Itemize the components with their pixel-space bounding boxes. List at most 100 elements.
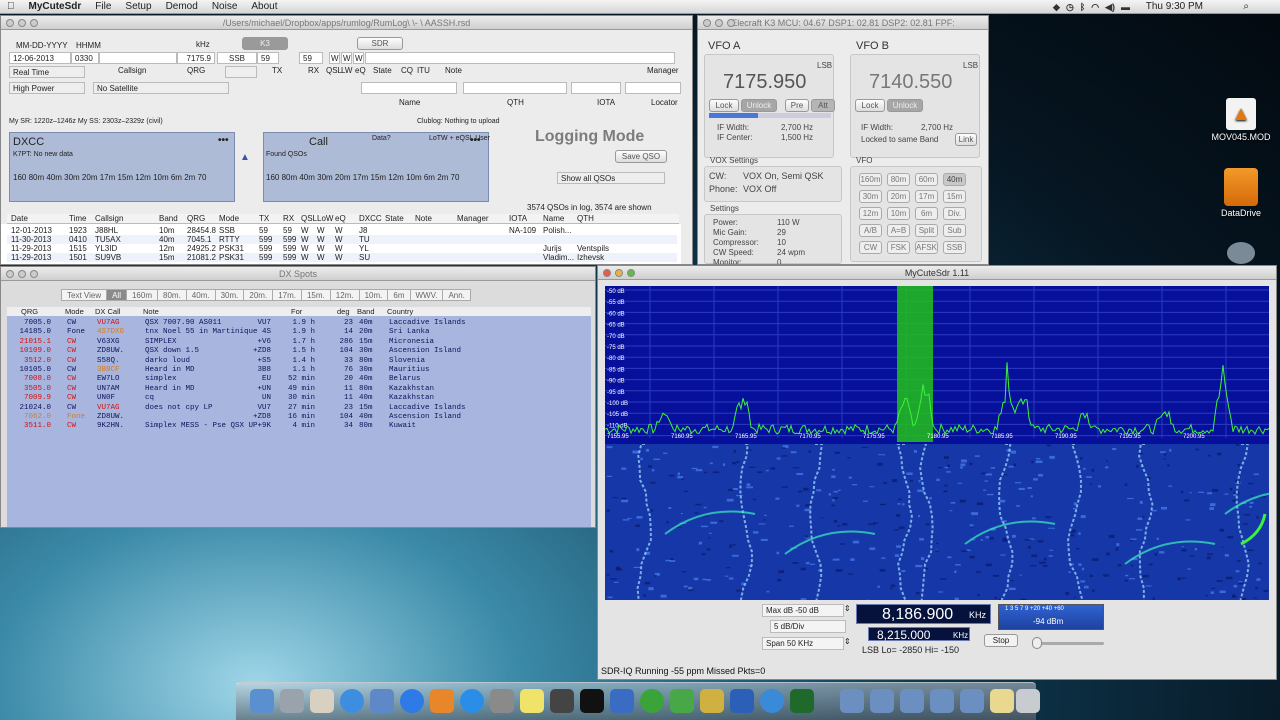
log-col-callsign[interactable]: Callsign	[95, 214, 123, 223]
vfo-b-unlock-button[interactable]: Unlock	[887, 99, 923, 112]
gain-slider-thumb[interactable]	[1032, 637, 1042, 649]
spot-tab-3[interactable]: 80m.	[157, 289, 187, 301]
log-row[interactable]: 11-30-2013 0410 TU5AX 40m 7045.1 RTTY 599 599 W W…	[7, 235, 677, 244]
sdr-titlebar[interactable]: MyCuteSdr 1.11	[598, 266, 1276, 280]
band-button-40m[interactable]: 40m	[943, 173, 966, 186]
span-select[interactable]: Span 50 KHz	[762, 637, 844, 650]
show-qsos-select[interactable]: Show all QSOs	[557, 172, 665, 184]
qrg-field[interactable]: 7175.9	[177, 52, 215, 64]
span-stepper-icon[interactable]: ⇕	[844, 637, 851, 646]
close-icon[interactable]	[703, 19, 711, 27]
menu-demod[interactable]: Demod	[159, 1, 205, 12]
spot-col-deg[interactable]: deg	[337, 307, 350, 316]
spot-row[interactable]: 7005.0 CW VU7AG QSX 7007.90 AS011 VU7 1.9 h 23…	[9, 319, 579, 328]
preview-icon[interactable]	[370, 689, 394, 713]
max-db-select[interactable]: Max dB -50 dB	[762, 604, 844, 617]
gain-slider-track[interactable]	[1036, 642, 1104, 645]
flag-icon[interactable]: ▬	[1121, 2, 1130, 13]
finder-icon[interactable]	[250, 689, 274, 713]
close-icon[interactable]	[6, 270, 14, 278]
band-button-fsk[interactable]: FSK	[887, 241, 910, 254]
preamp-button[interactable]: Pre	[785, 99, 809, 112]
close-icon[interactable]	[603, 269, 611, 277]
spot-tab-10[interactable]: 10m.	[358, 289, 389, 301]
spot-col-note[interactable]: Note	[143, 307, 159, 316]
name-field[interactable]	[361, 82, 457, 94]
log-row[interactable]: 11-29-2013 1501 SU9VB 15m 21081.2 PSK31 599 599…	[7, 253, 677, 262]
desktop-icon-datadrive[interactable]: DataDrive	[1211, 168, 1271, 218]
search-app-icon[interactable]	[760, 689, 784, 713]
qsl-field[interactable]: W	[329, 52, 340, 64]
band-button-div[interactable]: Div.	[943, 207, 966, 220]
band-button-12m[interactable]: 12m	[859, 207, 882, 220]
volume-icon[interactable]: ◀)	[1105, 2, 1115, 13]
spot-tab-0[interactable]: Text View	[61, 289, 108, 301]
log-col-qth[interactable]: QTH	[577, 214, 594, 223]
menu-about[interactable]: About	[244, 1, 284, 12]
ical-icon[interactable]	[310, 689, 334, 713]
eq-field[interactable]: W	[353, 52, 364, 64]
max-db-stepper-icon[interactable]: ⇕	[844, 604, 851, 613]
tx-field[interactable]: 59	[257, 52, 279, 64]
log-col-dxcc[interactable]: DXCC	[359, 214, 382, 223]
spot-tab-11[interactable]: 6m	[387, 289, 411, 301]
close-icon[interactable]	[6, 19, 14, 27]
spot-col-dx-call[interactable]: DX Call	[95, 307, 120, 316]
trash-icon[interactable]	[1016, 689, 1040, 713]
zoom-icon[interactable]	[727, 19, 735, 27]
minimize-icon[interactable]	[615, 269, 623, 277]
log-col-time[interactable]: Time	[69, 214, 86, 223]
band-button-sub[interactable]: Sub	[943, 224, 966, 237]
log-col-date[interactable]: Date	[11, 214, 28, 223]
spot-row[interactable]: 3505.0 CW UN7AM Heard in MD +UN 49 min 11 80m Ka…	[9, 385, 579, 394]
spot-col-mode[interactable]: Mode	[65, 307, 84, 316]
stop-button[interactable]: Stop	[984, 634, 1018, 647]
tool-icon[interactable]	[700, 689, 724, 713]
spot-tab-4[interactable]: 40m.	[185, 289, 216, 301]
log-col-note[interactable]: Note	[415, 214, 432, 223]
folder-applications-icon[interactable]	[840, 689, 864, 713]
app-store-icon[interactable]	[460, 689, 484, 713]
spectrum-display[interactable]: -50 dB -55 dB -60 dB -65 dB -70 dB -75 dB -80 …	[605, 286, 1269, 444]
terminal-icon[interactable]	[580, 689, 604, 713]
k3-button[interactable]: K3	[242, 37, 288, 50]
date-field[interactable]: 12-06-2013	[9, 52, 71, 64]
band-button-afsk[interactable]: AFSK	[915, 241, 938, 254]
attenuator-button[interactable]: Att	[811, 99, 835, 112]
spot-col-country[interactable]: Country	[387, 307, 413, 316]
spot-tab-2[interactable]: 160m	[125, 289, 158, 301]
realtime-select[interactable]: Real Time	[9, 66, 85, 78]
log-col-tx[interactable]: TX	[259, 214, 269, 223]
spot-row[interactable]: 7008.0 CW EW7LO simplex EU 52 min 20 40m Belarus	[9, 375, 579, 384]
log-col-qsl[interactable]: QSL	[301, 214, 317, 223]
spot-tab-6[interactable]: 20m.	[243, 289, 274, 301]
spot-row[interactable]: 3512.0 CW S58Q. darko loud +S5 1.4 h 33 80m Slov…	[9, 357, 579, 366]
spotlight-icon[interactable]: ⌕	[1236, 1, 1256, 12]
spot-row[interactable]: 7062.0 Fone ZD8UW. +ZD8 16 min 104 40m Ascensio…	[9, 413, 579, 422]
band-button-20m[interactable]: 20m	[887, 190, 910, 203]
folder-documents-icon[interactable]	[870, 689, 894, 713]
folder-stack-icon[interactable]	[930, 689, 954, 713]
dx-spots-titlebar[interactable]: DX Spots	[1, 267, 595, 281]
document-icon[interactable]	[990, 689, 1014, 713]
spot-row[interactable]: 21024.0 CW VU7AG does not cpy LP VU7 27 min 23…	[9, 404, 579, 413]
band-button-6m[interactable]: 6m	[915, 207, 938, 220]
spot-col-qrg[interactable]: QRG	[21, 307, 38, 316]
spot-tab-12[interactable]: WWV.	[409, 289, 444, 301]
band-button-80m[interactable]: 80m	[887, 173, 910, 186]
desktop-icon-timemachine[interactable]	[1211, 242, 1271, 264]
dropbox-icon[interactable]: ◆	[1053, 2, 1060, 13]
activity-monitor-icon[interactable]	[790, 689, 814, 713]
db-div-select[interactable]: 5 dB/Div	[770, 620, 846, 633]
log-col-state[interactable]: State	[385, 214, 404, 223]
mode-select[interactable]	[225, 66, 257, 78]
band-button-ab[interactable]: A/B	[859, 224, 882, 237]
log-col-qrg[interactable]: QRG	[187, 214, 205, 223]
spot-row[interactable]: 21015.1 CW V63XG SIMPLEX +V6 1.7 h 286 15m Micro…	[9, 338, 579, 347]
iota-field[interactable]	[571, 82, 621, 94]
ibooks-icon[interactable]	[430, 689, 454, 713]
more-icon[interactable]: •••	[218, 135, 229, 146]
waterfall-display[interactable]	[605, 444, 1269, 600]
excel-icon[interactable]	[640, 689, 664, 713]
log-col-iota[interactable]: IOTA	[509, 214, 527, 223]
